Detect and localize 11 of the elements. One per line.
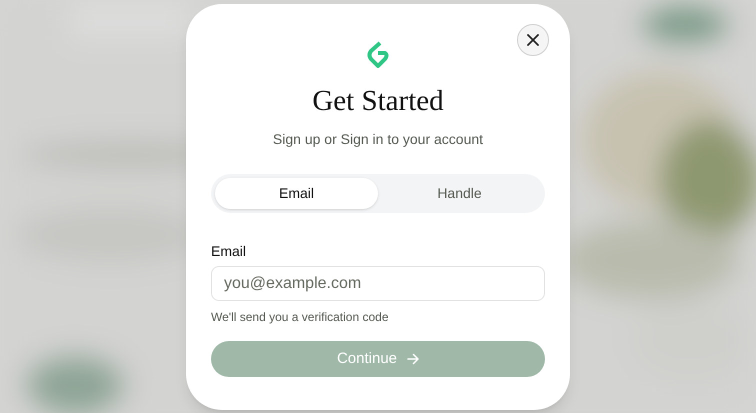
field-label: Email xyxy=(211,242,248,260)
tab[interactable]: Handle xyxy=(378,178,541,209)
tab[interactable]: Email xyxy=(215,178,378,209)
close-icon xyxy=(527,34,539,46)
logo-icon xyxy=(367,41,389,69)
field-hint: We'll send you a verification code xyxy=(211,309,390,326)
close-button[interactable] xyxy=(517,24,549,56)
email-field[interactable]: you@example.com xyxy=(211,266,545,301)
dialog-subtitle: Sign up or Sign in to your account xyxy=(272,130,484,149)
arrow-icon xyxy=(407,353,420,365)
dialog-title: Get Started xyxy=(312,84,444,119)
